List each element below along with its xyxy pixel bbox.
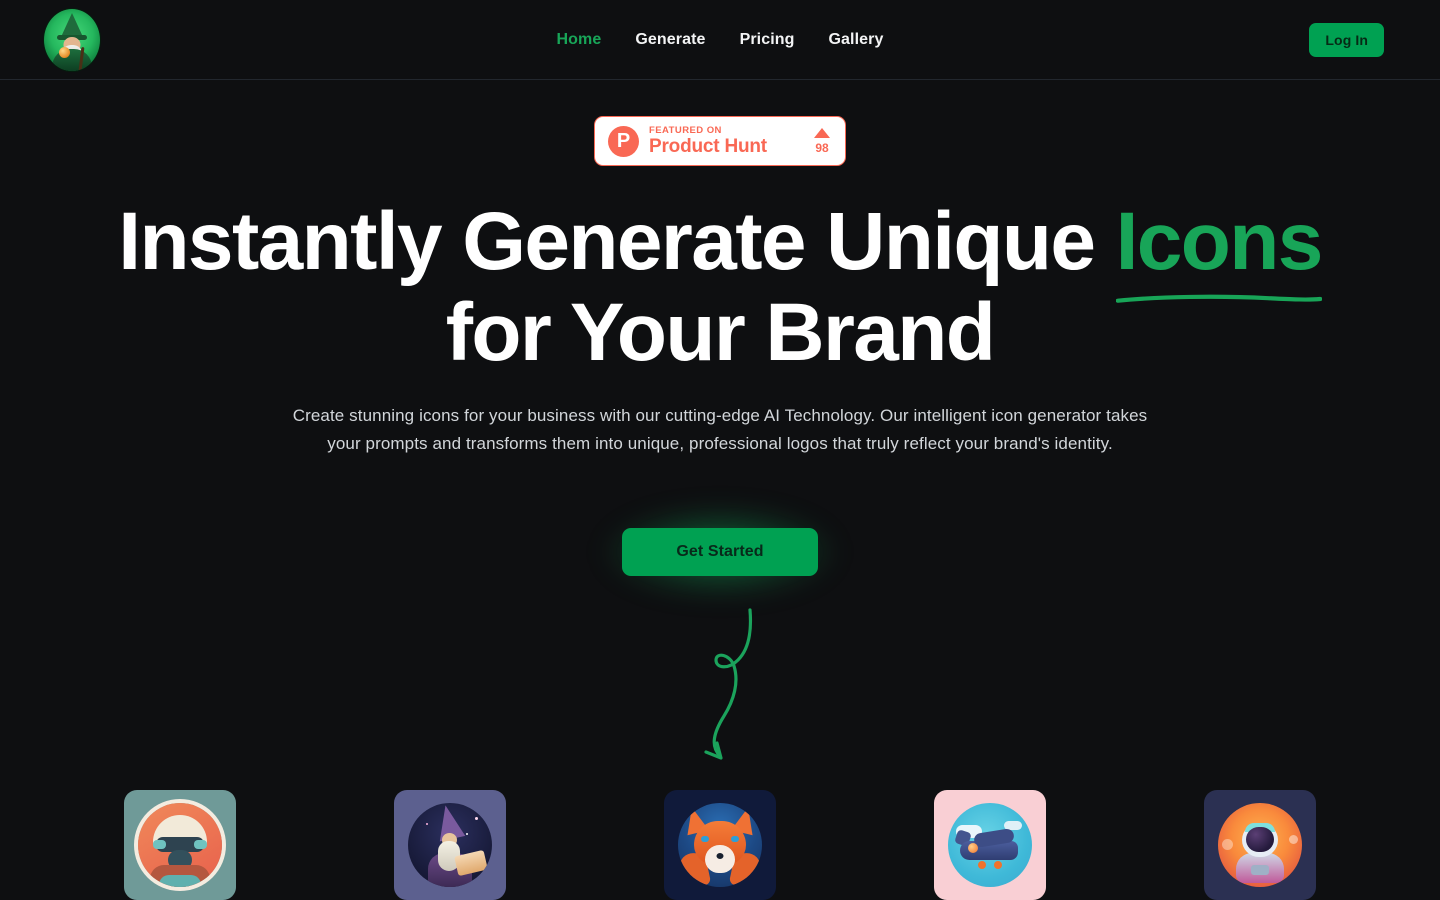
nav-item-home[interactable]: Home xyxy=(540,0,619,80)
airplane-nose-light-shape xyxy=(968,843,978,853)
fox-nose-shape xyxy=(716,853,724,859)
fox-eye-left-shape xyxy=(701,836,709,842)
brand-logo[interactable] xyxy=(44,8,100,72)
showcase-card-pilot[interactable] xyxy=(124,790,236,900)
wizard-star-1-shape xyxy=(475,817,478,820)
airplane-wheel-1-shape xyxy=(978,861,986,869)
wizard-logo-icon xyxy=(44,9,100,71)
page-title-accent: Icons xyxy=(1115,196,1324,287)
astronaut-chest-panel-shape xyxy=(1251,865,1269,875)
upvote-count: 98 xyxy=(815,141,829,155)
accent-underline-icon xyxy=(1115,294,1322,303)
pilot-lens-right-shape xyxy=(194,840,207,849)
planet-right-shape xyxy=(1289,835,1298,844)
page-title-accent-wrap: Icons xyxy=(1115,196,1324,303)
page-title: Instantly Generate Unique Icons for Your… xyxy=(0,196,1440,378)
product-hunt-logo-icon: P xyxy=(608,125,639,157)
showcase-card-wizard[interactable] xyxy=(394,790,506,900)
showcase-card-astronaut[interactable] xyxy=(1204,790,1316,900)
site-header: Home Generate Pricing Gallery Log In xyxy=(0,0,1440,80)
wizard-icon xyxy=(408,803,492,887)
fox-icon xyxy=(678,803,762,887)
cta-container: Get Started xyxy=(602,506,838,598)
wizard-star-3-shape xyxy=(426,823,428,825)
icon-showcase xyxy=(0,790,1440,900)
product-hunt-upvote[interactable]: 98 xyxy=(814,128,832,154)
curved-arrow-icon xyxy=(704,608,753,760)
pilot-collar-shape xyxy=(159,875,201,887)
product-hunt-name: Product Hunt xyxy=(649,136,767,158)
fox-eye-right-shape xyxy=(731,836,739,842)
featured-on-label: FEATURED ON xyxy=(649,124,722,136)
wizard-hat-shape xyxy=(61,13,83,37)
upvote-arrow-icon xyxy=(814,128,830,138)
wizard-orb-shape xyxy=(59,47,70,58)
astronaut-icon xyxy=(1218,803,1302,887)
get-started-button[interactable]: Get Started xyxy=(622,528,818,576)
airplane-icon xyxy=(948,803,1032,887)
product-hunt-badge[interactable]: P FEATURED ON Product Hunt 98 xyxy=(594,116,846,166)
product-hunt-logo-letter: P xyxy=(616,130,631,152)
showcase-card-airplane[interactable] xyxy=(934,790,1046,900)
landing-page: Home Generate Pricing Gallery Log In P F… xyxy=(0,0,1440,900)
product-hunt-text: FEATURED ON Product Hunt xyxy=(649,125,814,157)
wizard-star-2-shape xyxy=(466,833,468,835)
page-title-part1: Instantly Generate Unique xyxy=(118,196,1116,287)
page-subtitle: Create stunning icons for your business … xyxy=(292,406,1148,453)
showcase-card-fox[interactable] xyxy=(664,790,776,900)
login-button[interactable]: Log In xyxy=(1309,23,1384,57)
nav-item-gallery[interactable]: Gallery xyxy=(812,0,901,80)
pilot-lens-left-shape xyxy=(153,840,166,849)
page-title-part2: for Your Brand xyxy=(445,287,996,378)
wizard-robe-shape xyxy=(52,49,92,71)
astronaut-visor-shape xyxy=(1246,827,1274,852)
airplane-wheel-2-shape xyxy=(994,861,1002,869)
pilot-icon xyxy=(138,803,222,887)
nav-item-generate[interactable]: Generate xyxy=(618,0,722,80)
nav-item-pricing[interactable]: Pricing xyxy=(723,0,812,80)
planet-left-shape xyxy=(1222,839,1233,850)
main-navigation: Home Generate Pricing Gallery xyxy=(540,0,901,80)
fox-snout-shape xyxy=(705,845,735,873)
